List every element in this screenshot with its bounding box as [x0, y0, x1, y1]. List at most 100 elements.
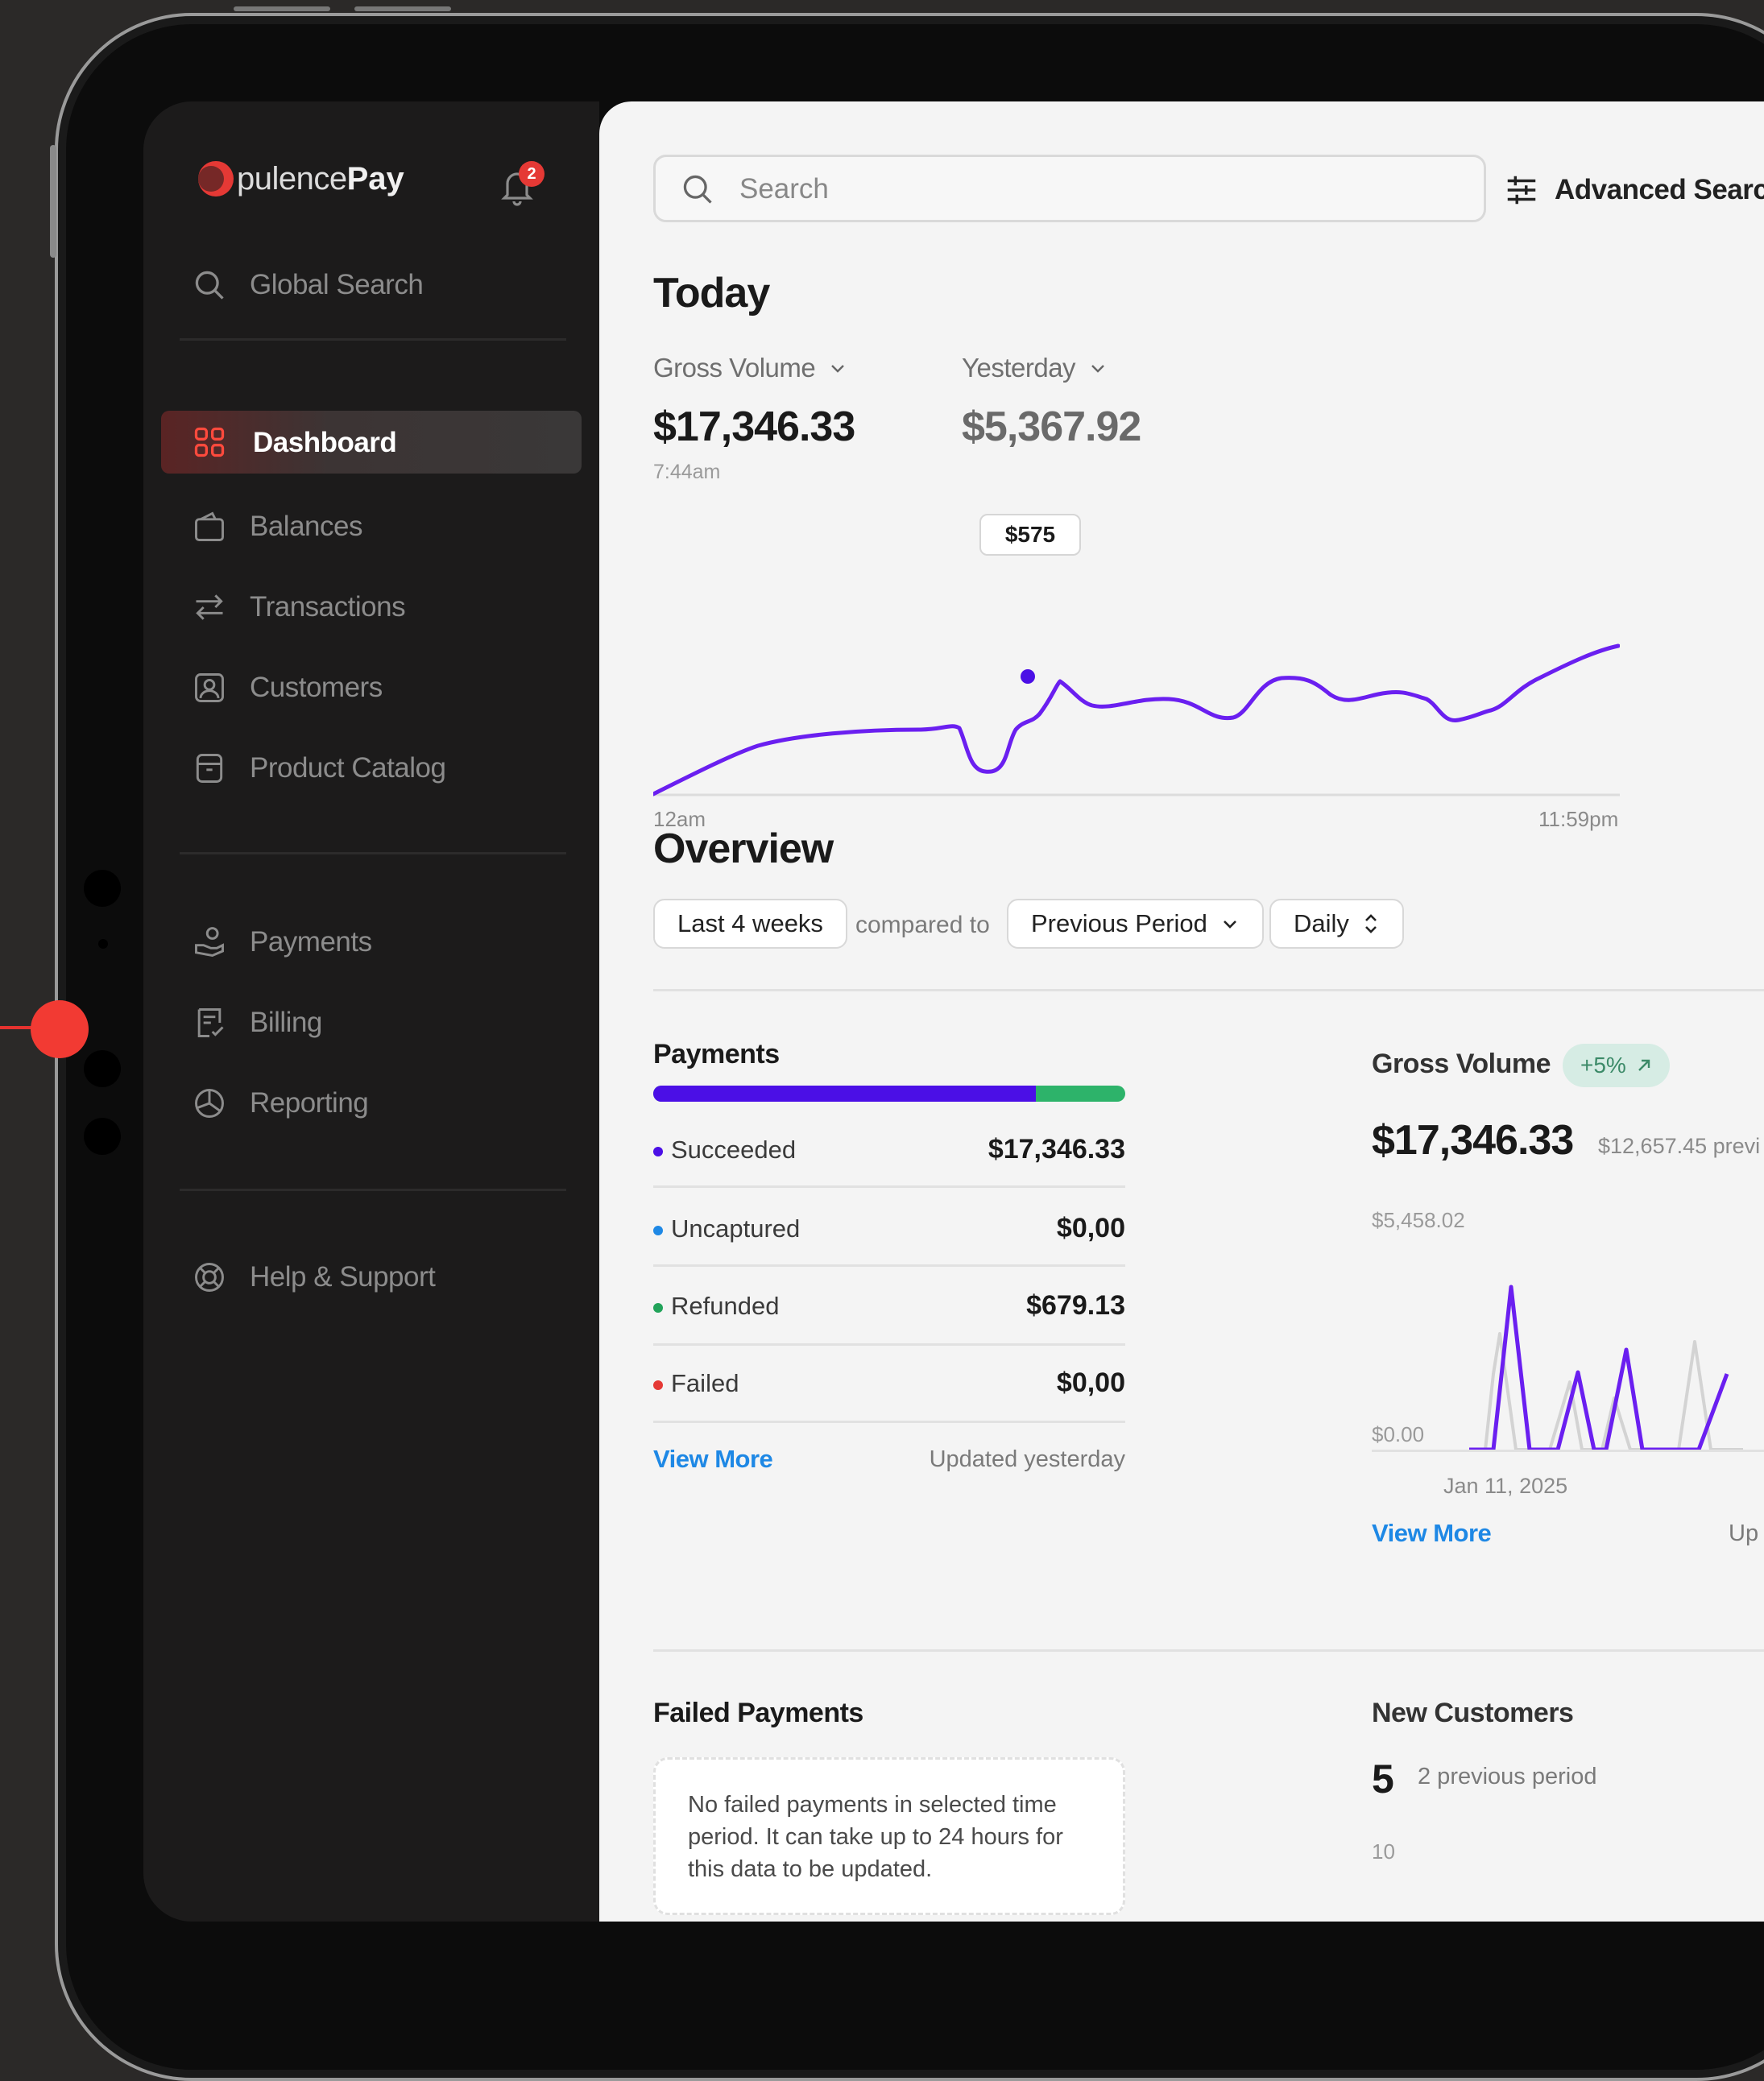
- metric-dropdown[interactable]: Gross Volume: [653, 353, 847, 383]
- gross-volume-chart: [1469, 1285, 1743, 1452]
- row-divider: [653, 1343, 1125, 1346]
- today-line-chart: [653, 643, 1620, 796]
- x-axis-end: 11:59pm: [1538, 807, 1619, 831]
- gross-volume-value: $17,346.33: [1372, 1117, 1574, 1164]
- period-select[interactable]: Previous Period: [1007, 899, 1264, 949]
- range-label: Last 4 weeks: [677, 909, 823, 937]
- range-select[interactable]: Last 4 weeks: [653, 899, 847, 949]
- payments-updated-text: Updated yesterday: [929, 1446, 1125, 1472]
- payment-row-label: Refunded: [653, 1292, 779, 1321]
- camera-dot: [84, 1050, 121, 1087]
- notification-count: 2: [527, 164, 536, 183]
- search-bar[interactable]: Search: [653, 155, 1486, 222]
- advanced-search-button[interactable]: Advanced Search: [1503, 166, 1764, 214]
- payments-view-more-link[interactable]: View More: [653, 1445, 773, 1474]
- payment-row-label: Succeeded: [653, 1136, 796, 1165]
- gross-y-bottom: $0.00: [1372, 1422, 1425, 1446]
- sidebar-item-balances[interactable]: Balances: [192, 498, 362, 556]
- notification-badge: 2: [519, 161, 545, 187]
- divider: [180, 852, 566, 854]
- lifebuoy-icon: [195, 1263, 224, 1292]
- divider: [180, 338, 566, 341]
- payment-label-text: Failed: [671, 1369, 739, 1397]
- gross-view-more-link[interactable]: View More: [1372, 1519, 1492, 1548]
- connector-line: [0, 1026, 32, 1029]
- metric-label: Gross Volume: [653, 353, 816, 383]
- pie-chart-icon: [195, 1089, 224, 1118]
- gross-volume-title: Gross Volume: [1372, 1049, 1551, 1079]
- growth-badge: +5%: [1563, 1044, 1670, 1087]
- row-divider: [653, 1185, 1125, 1188]
- today-series-line: [653, 643, 1620, 796]
- sidebar-item-dashboard[interactable]: Dashboard: [161, 411, 582, 474]
- payment-row-label: Uncaptured: [653, 1214, 800, 1243]
- status-dot: [653, 1302, 663, 1313]
- compare-dropdown[interactable]: Yesterday: [962, 353, 1108, 383]
- gross-y-top: $5,458.02: [1372, 1208, 1465, 1232]
- sidebar-item-label: Transactions: [250, 591, 406, 623]
- sidebar-item-label: Product Catalog: [250, 752, 446, 784]
- brand-name-bold: Pay: [346, 160, 404, 197]
- divider: [180, 1189, 566, 1191]
- payment-row[interactable]: Uncaptured $0,00: [653, 1208, 1125, 1248]
- advanced-search-label: Advanced Search: [1555, 174, 1764, 205]
- interval-label: Daily: [1294, 909, 1349, 937]
- brand-logo[interactable]: pulence Pay: [195, 156, 404, 201]
- sidebar-item-product-catalog[interactable]: Product Catalog: [192, 739, 446, 797]
- sidebar-item-reporting[interactable]: Reporting: [192, 1074, 369, 1132]
- archive-icon: [196, 754, 223, 783]
- payment-row-value: $17,346.33: [988, 1134, 1125, 1165]
- sidebar-item-help[interactable]: Help & Support: [192, 1248, 436, 1306]
- sidebar-item-label: Help & Support: [250, 1261, 436, 1293]
- camera-dot: [98, 939, 108, 949]
- side-button: [50, 145, 56, 258]
- section-divider: [653, 989, 1764, 991]
- sidebar-item-transactions[interactable]: Transactions: [192, 578, 406, 636]
- global-search-label: Global Search: [250, 269, 424, 300]
- payment-row-value: $0,00: [1056, 1213, 1125, 1243]
- interval-select[interactable]: Daily: [1269, 899, 1404, 949]
- payment-row[interactable]: Failed $0,00: [653, 1363, 1125, 1403]
- payment-row[interactable]: Refunded $679.13: [653, 1285, 1125, 1326]
- sidebar-item-label: Billing: [250, 1007, 322, 1038]
- logo-mark-icon: [198, 161, 234, 197]
- overview-title: Overview: [653, 825, 834, 872]
- sliders-icon: [1507, 176, 1536, 205]
- failed-payments-empty-state: No failed payments in selected time peri…: [653, 1757, 1125, 1915]
- new-customers-axis-top: 10: [1372, 1839, 1395, 1864]
- sidebar: pulence Pay 2 Global Search Dashboard Bal…: [143, 101, 599, 1922]
- gross-volume-previous: $12,657.45 previ: [1598, 1134, 1761, 1158]
- payment-label-text: Refunded: [671, 1292, 780, 1320]
- metric-value: $17,346.33: [653, 403, 855, 450]
- failed-payments-title: Failed Payments: [653, 1698, 863, 1728]
- receipt-icon: [197, 1008, 224, 1037]
- payments-progress-bar: [653, 1086, 1125, 1102]
- search-icon: [683, 175, 712, 204]
- metric-time: 7:44am: [653, 461, 721, 483]
- chevron-down-icon: [1223, 921, 1236, 929]
- drag-handle[interactable]: [31, 1000, 89, 1058]
- search-icon: [195, 271, 224, 300]
- period-label: Previous Period: [1031, 909, 1207, 937]
- hand-coin-icon: [195, 927, 224, 958]
- search-input[interactable]: Search: [739, 173, 829, 205]
- sidebar-item-customers[interactable]: Customers: [192, 659, 383, 717]
- wallet-icon: [195, 511, 224, 541]
- payment-row[interactable]: Succeeded $17,346.33: [653, 1129, 1125, 1169]
- new-customers-count: 5: [1372, 1756, 1394, 1802]
- arrow-up-right-icon: [1638, 1059, 1650, 1071]
- sidebar-item-label: Reporting: [250, 1087, 369, 1119]
- payment-label-text: Succeeded: [671, 1136, 797, 1164]
- tooltip-point[interactable]: [1021, 669, 1035, 684]
- main-content: Search Advanced Search Today Gross Volum…: [599, 101, 1764, 1922]
- up-down-icon: [1364, 914, 1377, 933]
- notification-bell[interactable]: 2: [498, 158, 549, 209]
- sidebar-item-payments[interactable]: Payments: [192, 913, 372, 971]
- global-search[interactable]: Global Search: [192, 256, 424, 314]
- sidebar-item-label: Customers: [250, 672, 383, 703]
- chart-tooltip: $575: [979, 514, 1081, 556]
- grid-icon: [194, 427, 225, 457]
- sidebar-item-billing[interactable]: Billing: [192, 994, 322, 1052]
- chevron-down-icon: [831, 365, 845, 373]
- row-divider: [653, 1421, 1125, 1423]
